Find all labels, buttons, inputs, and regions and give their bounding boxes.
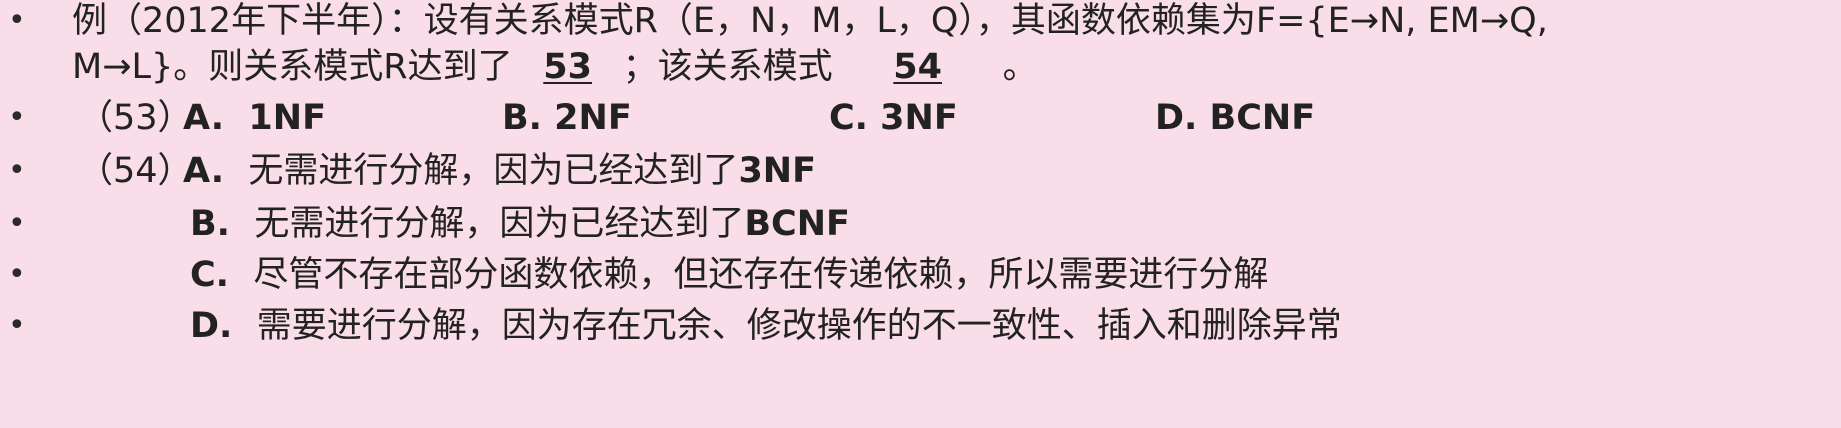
q53-number: （53） bbox=[78, 98, 193, 138]
q53-option-d: D. BCNF bbox=[1155, 97, 1315, 139]
option-text: 1NF bbox=[248, 98, 326, 138]
q53-option-c: C. 3NF bbox=[829, 97, 958, 139]
q53-option-b: B. 2NF bbox=[502, 97, 632, 139]
option-text: 尽管不存在部分函数依赖，但还存在传递依赖，所以需要进行分解 bbox=[253, 255, 1269, 295]
bullet-dot: • bbox=[8, 206, 26, 241]
bullet-dot: • bbox=[8, 100, 26, 135]
q54-number: （54） bbox=[78, 151, 193, 191]
option-text: 2NF bbox=[554, 98, 632, 138]
option-letter: B. bbox=[502, 98, 542, 138]
option-text: BCNF bbox=[1209, 98, 1316, 138]
q54-label: （54） bbox=[78, 150, 193, 192]
option-letter: A. bbox=[183, 98, 225, 138]
bullet-dot: • bbox=[8, 308, 26, 343]
q54-option-a: A. 无需进行分解，因为已经达到了3NF bbox=[183, 150, 816, 192]
question-text-2-mid: ；该关系模式 bbox=[622, 47, 833, 87]
bullet-dot: • bbox=[8, 153, 26, 188]
q54-option-b: B. 无需进行分解，因为已经达到了BCNF bbox=[190, 203, 850, 245]
bullet-dot: • bbox=[8, 3, 26, 38]
option-letter: D. bbox=[1155, 98, 1198, 138]
q53-label: （53） bbox=[78, 97, 193, 139]
option-text: 无需进行分解，因为已经达到了 bbox=[248, 151, 739, 191]
q54-option-d: D. 需要进行分解，因为存在冗余、修改操作的不一致性、插入和删除异常 bbox=[190, 305, 1342, 347]
q54-option-c: C. 尽管不存在部分函数依赖，但还存在传递依赖，所以需要进行分解 bbox=[190, 254, 1268, 296]
option-letter: B. bbox=[190, 204, 230, 244]
option-letter: C. bbox=[190, 255, 229, 295]
question-line-1: 例（2012年下半年）：设有关系模式R（E，N，M，L，Q），其函数依赖集为F=… bbox=[72, 0, 1548, 42]
option-text: 无需进行分解，因为已经达到了 bbox=[254, 204, 745, 244]
option-text-en: BCNF bbox=[744, 204, 850, 244]
slide: • 例（2012年下半年）：设有关系模式R（E，N，M，L，Q），其函数依赖集为… bbox=[0, 0, 1841, 428]
option-letter: D. bbox=[190, 306, 233, 346]
blank-53: 53 bbox=[543, 47, 592, 87]
option-letter: C. bbox=[829, 98, 868, 138]
option-text-en: 3NF bbox=[738, 151, 816, 191]
blank-54: 54 bbox=[893, 47, 942, 87]
bullet-dot: • bbox=[8, 257, 26, 292]
question-text-2-suffix: 。 bbox=[1002, 47, 1038, 87]
question-text-2-prefix: M→L}。则关系模式R达到了 bbox=[72, 47, 513, 87]
question-text-1: 例（2012年下半年）：设有关系模式R（E，N，M，L，Q），其函数依赖集为F=… bbox=[72, 1, 1548, 41]
option-text: 需要进行分解，因为存在冗余、修改操作的不一致性、插入和删除异常 bbox=[256, 306, 1342, 346]
option-letter: A. bbox=[183, 151, 225, 191]
question-line-2: M→L}。则关系模式R达到了 53 ；该关系模式 54 。 bbox=[72, 46, 1038, 88]
option-text: 3NF bbox=[880, 98, 958, 138]
q53-option-a: A. 1NF bbox=[183, 97, 326, 139]
